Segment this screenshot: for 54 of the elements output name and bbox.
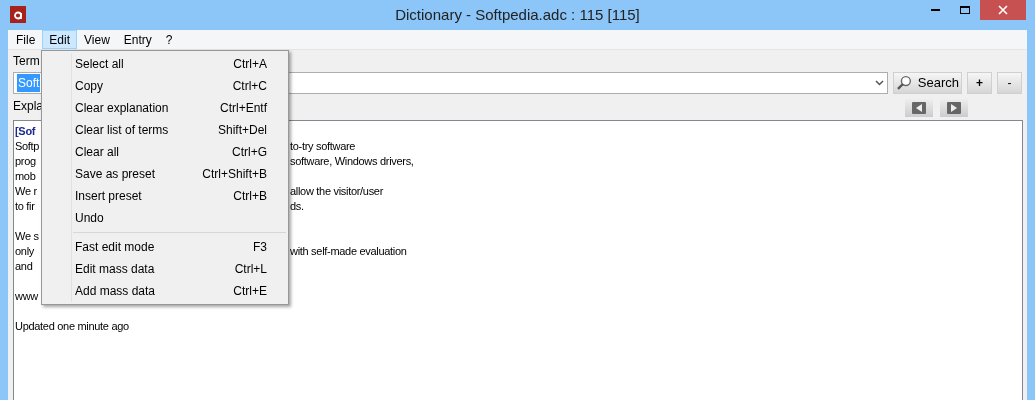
menu-entry[interactable]: Save as preset Ctrl+Shift+B bbox=[42, 163, 288, 185]
explanation-line: Softp bbox=[15, 139, 40, 154]
explanation-line: Updated one minute ago bbox=[15, 319, 129, 334]
search-icon bbox=[896, 75, 912, 91]
menu-item[interactable]: Edit bbox=[42, 30, 78, 49]
shortcut-label: Ctrl+Entf bbox=[220, 100, 267, 117]
menu-entry[interactable]: Select all Ctrl+A bbox=[42, 53, 288, 75]
add-button[interactable]: + bbox=[967, 72, 992, 94]
shortcut-label: Ctrl+G bbox=[232, 144, 267, 161]
menu-entry[interactable]: Clear all Ctrl+G bbox=[42, 141, 288, 163]
explanation-line: allow the visitor/user bbox=[290, 184, 384, 199]
menu-item[interactable]: Entry bbox=[116, 30, 159, 49]
explanation-line: We s bbox=[15, 229, 39, 244]
remove-button[interactable]: - bbox=[997, 72, 1022, 94]
shortcut-label: Ctrl+C bbox=[232, 78, 267, 95]
close-icon bbox=[998, 5, 1008, 15]
shortcut-label: Ctrl+L bbox=[234, 261, 267, 278]
next-button[interactable] bbox=[940, 99, 968, 117]
shortcut-label: Ctrl+Shift+B bbox=[202, 166, 267, 183]
entry-heading: [Sof bbox=[15, 124, 36, 139]
menu-entry[interactable]: Clear explanation Ctrl+Entf bbox=[42, 97, 288, 119]
menu-entry[interactable]: Copy Ctrl+C bbox=[42, 75, 288, 97]
menu-entry[interactable]: Insert preset Ctrl+B bbox=[42, 185, 288, 207]
explanation-line: prog bbox=[15, 154, 36, 169]
shortcut-label: Ctrl+B bbox=[233, 188, 267, 205]
shortcut-label: Ctrl+E bbox=[233, 283, 267, 300]
explanation-line: We r bbox=[15, 184, 37, 199]
window-title: Dictionary - Softpedia.adc : 115 [115] bbox=[395, 4, 640, 25]
explanation-line: mob bbox=[15, 169, 36, 184]
explanation-line: software, Windows drivers, bbox=[290, 154, 414, 169]
explanation-line: www bbox=[15, 289, 38, 304]
explanation-line: ds. bbox=[290, 199, 304, 214]
menu-entry[interactable]: Edit mass data Ctrl+L bbox=[42, 258, 288, 280]
shortcut-label: Shift+Del bbox=[217, 122, 267, 139]
explanation-line: to fir bbox=[15, 199, 35, 214]
explanation-line: to-try software bbox=[290, 139, 356, 154]
search-button[interactable]: Search bbox=[893, 72, 962, 94]
menu-entry[interactable]: Undo bbox=[42, 207, 288, 229]
explanation-line: only bbox=[15, 244, 34, 259]
shortcut-label: Ctrl+A bbox=[233, 56, 267, 73]
term-value: Soft bbox=[17, 74, 41, 92]
menu-item[interactable]: View bbox=[77, 30, 117, 49]
menu-entry[interactable]: Fast edit mode F3 bbox=[42, 236, 288, 258]
menu-item[interactable]: ? bbox=[158, 30, 180, 49]
term-label: Term bbox=[13, 53, 40, 70]
dropdown-chevron-icon bbox=[875, 80, 884, 86]
app-logo-icon bbox=[10, 6, 26, 23]
menu-item[interactable]: File bbox=[9, 30, 43, 49]
explanation-line: and bbox=[15, 259, 33, 274]
menu-entry[interactable]: Add mass data Ctrl+E bbox=[42, 280, 288, 302]
explanation-line: with self-made evaluation bbox=[290, 244, 407, 259]
shortcut-label: F3 bbox=[253, 239, 267, 256]
previous-button[interactable] bbox=[905, 99, 933, 117]
menu-entry[interactable]: Clear list of terms Shift+Del bbox=[42, 119, 288, 141]
